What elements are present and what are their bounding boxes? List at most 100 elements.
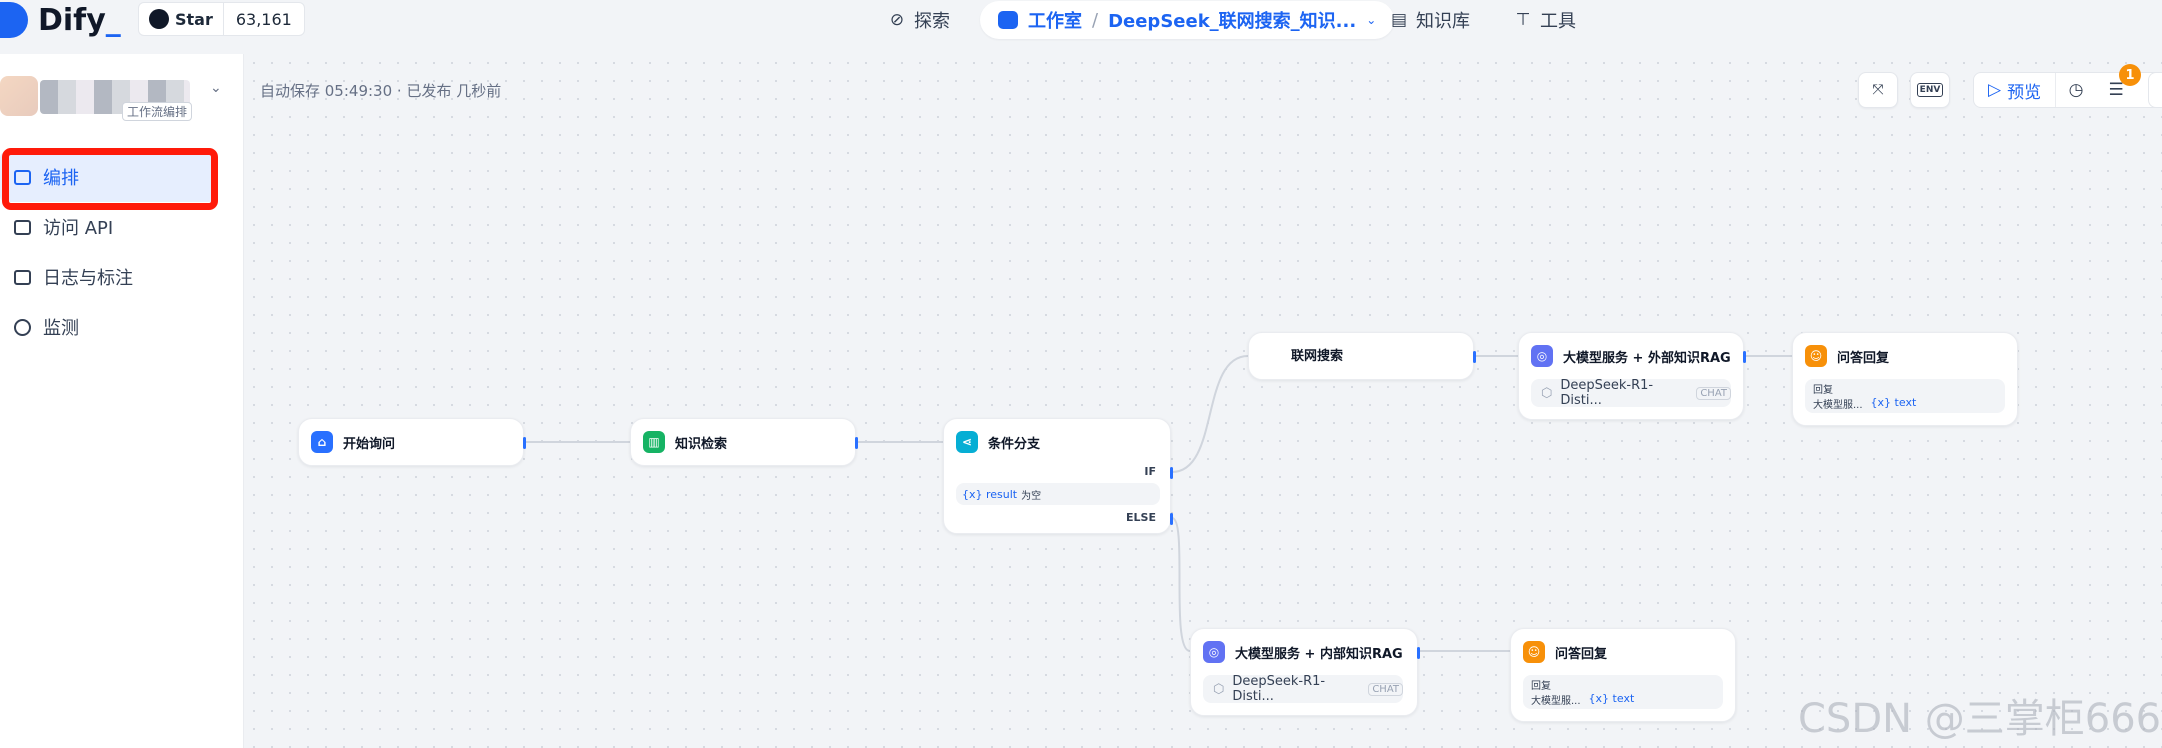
node-title: 知识检索 xyxy=(675,436,728,452)
condition-variable: {x} result xyxy=(962,487,1018,501)
answer-icon: ☺ xyxy=(1805,345,1827,367)
dify-logo[interactable]: Dify_ xyxy=(0,0,121,40)
nav-studio[interactable]: 工作室 / DeepSeek_联网搜索_知识... ⌄ xyxy=(980,1,1395,39)
model-selector[interactable]: ⬡ DeepSeek-R1-Disti... CHAT xyxy=(1203,674,1403,704)
model-name: DeepSeek-R1-Disti... xyxy=(1560,378,1654,408)
dify-logo-mark xyxy=(0,2,28,38)
node-llm-external-rag[interactable]: ◎ 大模型服务 + 外部知识RAG ⬡ DeepSeek-R1-Disti...… xyxy=(1518,332,1746,420)
answer-content: 回复 大模型服... {x} text xyxy=(1523,675,1723,709)
app-avatar[interactable] xyxy=(0,76,38,116)
if-label: IF xyxy=(1144,465,1156,478)
compass-icon: ⊘ xyxy=(889,10,905,30)
sidebar-item-monitor[interactable]: 监测 xyxy=(0,302,244,352)
model-icon: ⬡ xyxy=(1213,681,1225,697)
else-handle[interactable] xyxy=(1170,513,1173,525)
autosave-status: 自动保存 05:49:30 · 已发布 几秒前 xyxy=(260,82,502,100)
model-name: DeepSeek-R1-Disti... xyxy=(1232,674,1326,704)
answer-ref: 大模型服... {x} text xyxy=(1531,692,1634,707)
node-web-header: 联网搜索 xyxy=(1291,345,1343,364)
node-title: 开始询问 xyxy=(343,436,396,452)
star-label: Star xyxy=(175,9,213,29)
checklist-icon: ☰ xyxy=(2108,80,2124,100)
chevron-down-icon[interactable]: ⌄ xyxy=(210,80,222,96)
history-button[interactable]: ◷ xyxy=(2056,80,2096,100)
node-handle[interactable] xyxy=(523,437,526,449)
node-answer-bottom[interactable]: ☺ 问答回复 回复 大模型服... {x} text xyxy=(1510,628,1736,722)
answer-icon: ☺ xyxy=(1523,641,1545,663)
publish-button[interactable] xyxy=(2148,72,2162,108)
node-if-else[interactable]: ⋖ 条件分支 IF {x} result 为空 ELSE xyxy=(943,418,1173,534)
model-selector[interactable]: ⬡ DeepSeek-R1-Disti... CHAT xyxy=(1531,378,1731,408)
if-handle[interactable] xyxy=(1170,467,1173,479)
answer-label: 回复 xyxy=(1813,385,1833,396)
node-answer-top[interactable]: ☺ 问答回复 回复 大模型服... {x} text xyxy=(1792,332,2018,426)
sidebar-item-label: 监测 xyxy=(43,318,79,339)
top-bar: Dify_ Star 63,161 ⊘ 探索 工作室 / DeepSeek_联网… xyxy=(0,0,2162,54)
answer-content: 回复 大模型服... {x} text xyxy=(1805,379,2005,413)
logo-wordmark: Dify xyxy=(38,2,106,38)
node-handle[interactable] xyxy=(1417,647,1420,659)
env-button[interactable]: ENV xyxy=(1910,72,1950,108)
clock-icon: ◷ xyxy=(2068,80,2084,100)
node-title: 大模型服务 + 外部知识RAG xyxy=(1563,350,1731,366)
nav-tools[interactable]: ⊤ 工具 xyxy=(1514,2,1576,38)
hammer-icon: ⊤ xyxy=(1515,10,1531,30)
model-icon: ⬡ xyxy=(1541,385,1553,401)
answer-source-node: 大模型服... xyxy=(1531,696,1581,707)
node-llm-ext-header: ◎ 大模型服务 + 外部知识RAG xyxy=(1531,345,1731,367)
if-condition: {x} result 为空 xyxy=(956,483,1160,505)
sidebar-item-label: 访问 API xyxy=(43,218,114,239)
node-handle[interactable] xyxy=(1743,351,1746,363)
condition-operator: 为空 xyxy=(1021,490,1042,502)
nav-studio-label[interactable]: 工作室 xyxy=(1028,7,1082,33)
gauge-icon xyxy=(14,318,31,336)
llm-icon: ◎ xyxy=(1203,641,1225,663)
node-handle[interactable] xyxy=(855,437,858,449)
node-knowledge-retrieval[interactable]: ▥ 知识检索 xyxy=(630,418,858,466)
breadcrumb-separator: / xyxy=(1092,9,1099,31)
answer-source-node: 大模型服... xyxy=(1813,400,1863,411)
node-title: 条件分支 xyxy=(988,436,1041,452)
node-knowledge-header: ▥ 知识检索 xyxy=(643,431,727,453)
checklist-fix-button[interactable]: ⤧ xyxy=(1858,72,1898,108)
node-answer-header: ☺ 问答回复 xyxy=(1523,641,1607,663)
app-breadcrumb[interactable]: DeepSeek_联网搜索_知识... xyxy=(1108,7,1356,33)
book-icon: ▤ xyxy=(1390,10,1408,30)
play-icon: ▷ xyxy=(1988,80,2002,100)
app-type-tag: 工作流编排 xyxy=(122,102,193,121)
file-list-icon xyxy=(14,269,31,285)
star-part[interactable]: Star xyxy=(139,3,223,35)
preview-label: 预览 xyxy=(2007,82,2042,103)
model-mode-tag: CHAT xyxy=(1696,386,1731,400)
sidebar-item-label: 日志与标注 xyxy=(43,268,133,289)
robot-icon xyxy=(998,11,1018,29)
node-llm-internal-rag[interactable]: ◎ 大模型服务 + 内部知识RAG ⬡ DeepSeek-R1-Disti...… xyxy=(1190,628,1420,716)
sidebar-item-logs[interactable]: 日志与标注 xyxy=(0,252,244,302)
chevron-down-icon[interactable]: ⌄ xyxy=(1366,13,1376,27)
github-star-button[interactable]: Star 63,161 xyxy=(138,2,305,36)
node-ifelse-header: ⋖ 条件分支 xyxy=(956,431,1040,453)
node-web-search[interactable]: 联网搜索 xyxy=(1248,332,1476,380)
watermark: CSDN @三掌柜666 xyxy=(1798,696,2162,742)
answer-ref: 大模型服... {x} text xyxy=(1813,396,1916,411)
preview-button[interactable]: ▷ 预览 xyxy=(1974,73,2057,107)
highlight-frame xyxy=(2,148,218,210)
else-label: ELSE xyxy=(1126,511,1156,524)
logo-text: Dify_ xyxy=(38,2,121,38)
terminal-icon xyxy=(14,219,31,235)
node-llm-int-header: ◎ 大模型服务 + 内部知识RAG xyxy=(1203,641,1403,663)
node-title: 大模型服务 + 内部知识RAG xyxy=(1235,646,1403,662)
checklist-badge: 1 xyxy=(2119,64,2141,86)
node-handle[interactable] xyxy=(1473,351,1476,363)
env-icon: ENV xyxy=(1916,83,1944,97)
nav-knowledge-label: 知识库 xyxy=(1416,11,1470,32)
node-answer-header: ☺ 问答回复 xyxy=(1805,345,1889,367)
nav-tools-label: 工具 xyxy=(1540,11,1576,32)
node-start[interactable]: ⌂ 开始询问 xyxy=(298,418,526,466)
nav-explore[interactable]: ⊘ 探索 xyxy=(888,2,950,38)
node-title: 问答回复 xyxy=(1837,350,1890,366)
llm-icon: ◎ xyxy=(1531,345,1553,367)
branch-icon: ⋖ xyxy=(956,431,978,453)
nav-knowledge[interactable]: ▤ 知识库 xyxy=(1390,2,1470,38)
home-icon: ⌂ xyxy=(311,431,333,453)
